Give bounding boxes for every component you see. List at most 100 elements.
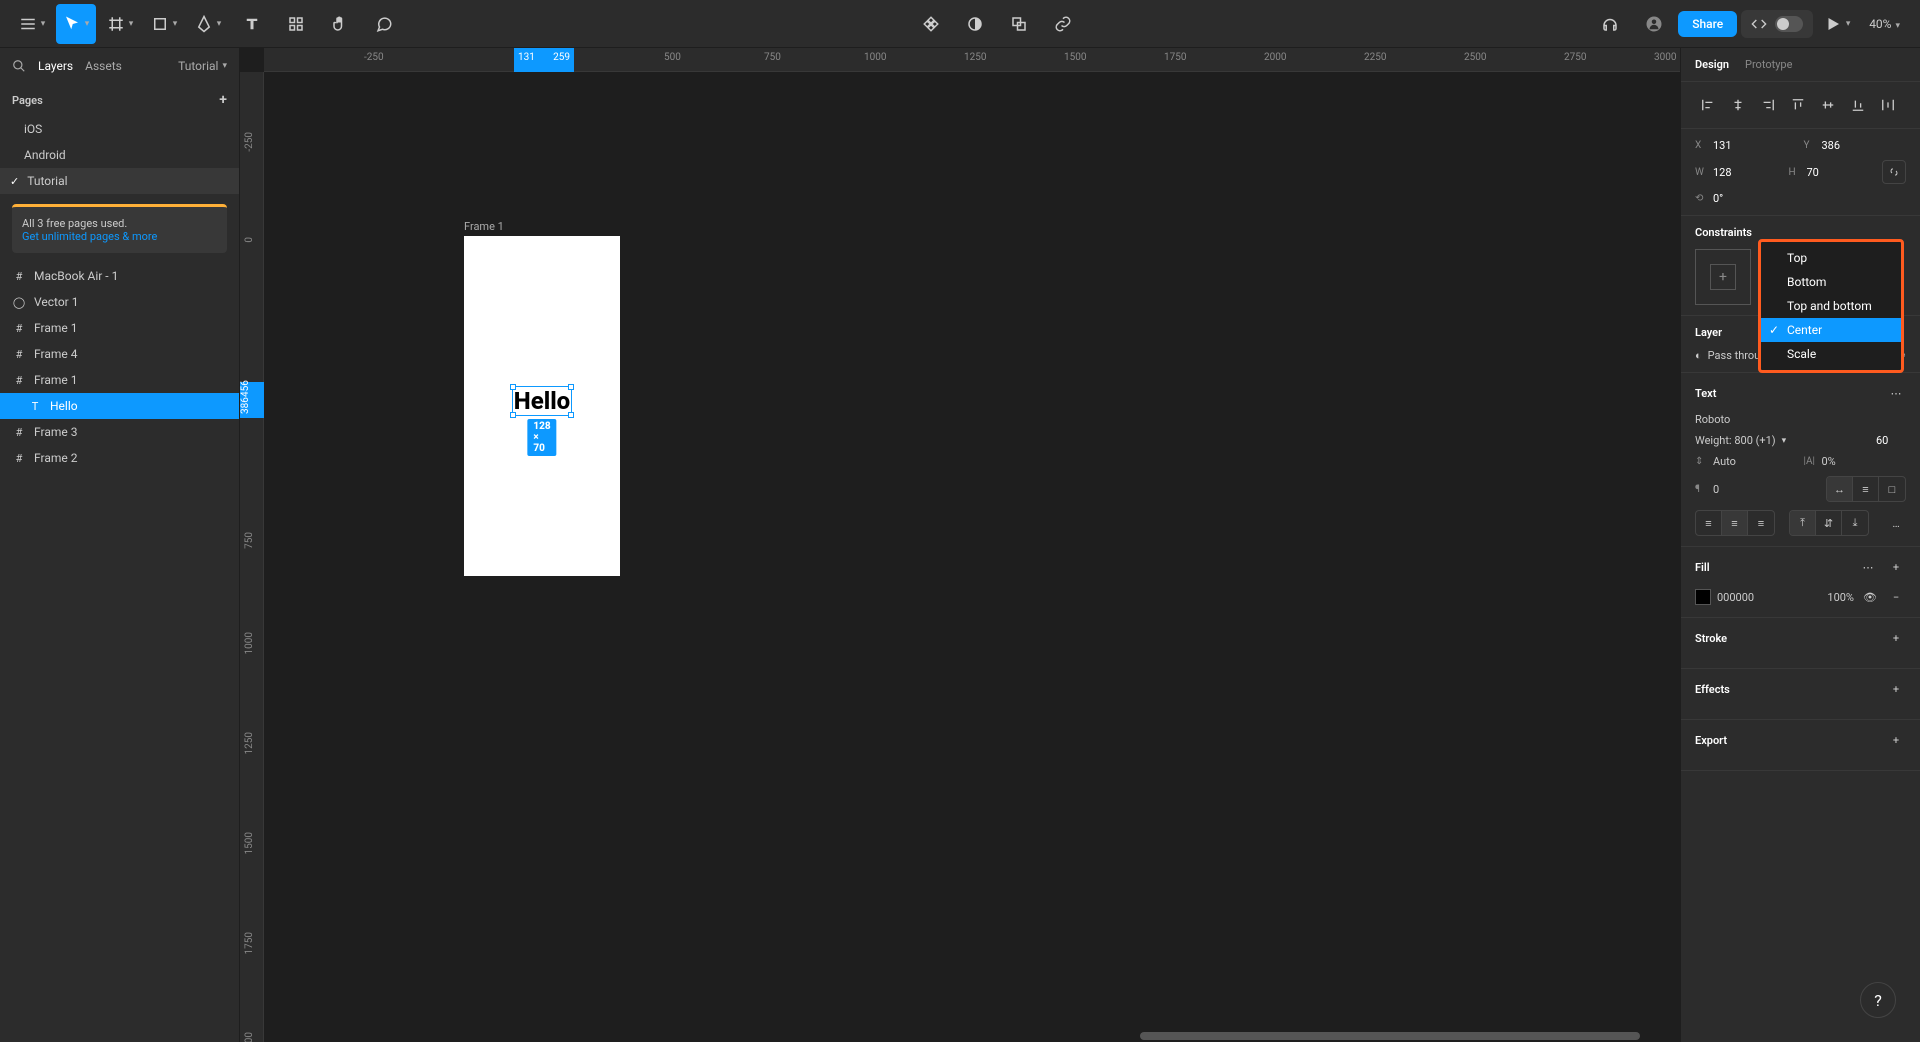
frame-tool-button[interactable]	[100, 4, 140, 44]
layer-frame1b[interactable]: #Frame 1	[0, 367, 239, 393]
layer-frame3[interactable]: #Frame 3	[0, 419, 239, 445]
letter-spacing-input[interactable]: 0%	[1822, 455, 1836, 468]
constraint-widget[interactable]: +	[1695, 249, 1751, 305]
paragraph-spacing-input[interactable]: 0	[1713, 483, 1719, 496]
add-page-button[interactable]: +	[219, 92, 227, 108]
font-family-select[interactable]: Roboto	[1695, 413, 1730, 426]
link-button[interactable]	[1043, 4, 1083, 44]
h-label: H	[1789, 167, 1803, 178]
layer-frame2[interactable]: #Frame 2	[0, 445, 239, 471]
audio-button[interactable]	[1590, 4, 1630, 44]
fill-hex-input[interactable]: 000000	[1717, 591, 1754, 604]
dev-toggle-switch[interactable]	[1775, 16, 1803, 32]
main-menu-button[interactable]	[12, 4, 52, 44]
paragraph-spacing-icon: ¶	[1695, 484, 1709, 495]
component-button[interactable]	[911, 4, 951, 44]
constraint-option-top-bottom[interactable]: Top and bottom	[1761, 294, 1901, 318]
align-right-button[interactable]	[1755, 92, 1781, 118]
align-top-button[interactable]	[1785, 92, 1811, 118]
rotation-input[interactable]	[1713, 192, 1773, 205]
y-input[interactable]	[1822, 139, 1882, 152]
effects-section-title: Effects	[1695, 683, 1730, 696]
layer-macbook[interactable]: #MacBook Air - 1	[0, 263, 239, 289]
layer-hello[interactable]: THello	[0, 393, 239, 419]
text-style-button[interactable]: ⋯	[1886, 383, 1906, 403]
assets-tab[interactable]: Assets	[85, 59, 122, 73]
align-h-center-button[interactable]	[1725, 92, 1751, 118]
text-valign-top-button[interactable]: ⤒	[1790, 511, 1816, 535]
lock-aspect-button[interactable]	[1882, 160, 1906, 184]
line-height-input[interactable]: Auto	[1713, 455, 1736, 468]
auto-width-button[interactable]: ↔	[1827, 477, 1853, 501]
canvas-scrollbar-h[interactable]	[1140, 1032, 1640, 1040]
fill-swatch[interactable]	[1695, 589, 1711, 605]
layers-tab[interactable]: Layers	[38, 59, 73, 73]
share-button[interactable]: Share	[1678, 11, 1737, 37]
zoom-select[interactable]: 40%	[1861, 17, 1908, 31]
search-icon[interactable]	[12, 59, 26, 73]
dev-mode-toggle[interactable]	[1741, 10, 1813, 38]
resize-handle-sw[interactable]	[510, 412, 516, 418]
add-stroke-button[interactable]: +	[1886, 628, 1906, 648]
align-bottom-button[interactable]	[1845, 92, 1871, 118]
add-export-button[interactable]: +	[1886, 730, 1906, 750]
text-valign-middle-button[interactable]: ⇵	[1816, 511, 1842, 535]
ruler-horizontal: -250 131259 500 750 1000 1250 1500 1750 …	[264, 48, 1680, 72]
fixed-size-button[interactable]: □	[1879, 477, 1905, 501]
comment-tool-button[interactable]	[364, 4, 404, 44]
font-weight-select[interactable]: Weight: 800 (+1)	[1695, 434, 1776, 447]
prototype-tab[interactable]: Prototype	[1745, 58, 1792, 71]
constraint-option-scale[interactable]: Scale	[1761, 342, 1901, 366]
constraint-option-bottom[interactable]: Bottom	[1761, 270, 1901, 294]
text-align-right-button[interactable]: ≡	[1748, 511, 1774, 535]
constraint-option-top[interactable]: Top	[1761, 246, 1901, 270]
page-dropdown[interactable]: Tutorial	[178, 59, 218, 73]
present-button[interactable]	[1817, 4, 1857, 44]
align-left-button[interactable]	[1695, 92, 1721, 118]
constraint-dropdown[interactable]: Top Bottom Top and bottom Center Scale	[1758, 239, 1904, 373]
page-ios[interactable]: iOS	[0, 116, 239, 142]
resize-handle-se[interactable]	[568, 412, 574, 418]
fill-section-title: Fill	[1695, 561, 1710, 574]
boolean-button[interactable]	[999, 4, 1039, 44]
resize-handle-ne[interactable]	[568, 384, 574, 390]
constraint-option-center[interactable]: Center	[1761, 318, 1901, 342]
add-fill-button[interactable]: +	[1886, 557, 1906, 577]
align-v-center-button[interactable]	[1815, 92, 1841, 118]
layer-frame4[interactable]: #Frame 4	[0, 341, 239, 367]
frame-label[interactable]: Frame 1	[464, 220, 504, 233]
font-size-input[interactable]	[1876, 434, 1906, 447]
remove-fill-button[interactable]: −	[1886, 587, 1906, 607]
fill-opacity-input[interactable]: 100%	[1827, 591, 1854, 604]
hand-tool-button[interactable]	[320, 4, 360, 44]
w-input[interactable]	[1713, 166, 1773, 179]
mask-button[interactable]	[955, 4, 995, 44]
page-android[interactable]: Android	[0, 142, 239, 168]
shape-tool-button[interactable]	[144, 4, 184, 44]
help-button[interactable]: ?	[1860, 982, 1896, 1018]
design-tab[interactable]: Design	[1695, 58, 1729, 71]
layer-frame1a[interactable]: #Frame 1	[0, 315, 239, 341]
text-align-center-button[interactable]: ≡	[1722, 511, 1748, 535]
x-input[interactable]	[1713, 139, 1773, 152]
resources-button[interactable]	[276, 4, 316, 44]
text-valign-bottom-button[interactable]: ⤓	[1842, 511, 1868, 535]
text-tool-button[interactable]	[232, 4, 272, 44]
resize-handle-nw[interactable]	[510, 384, 516, 390]
page-tutorial[interactable]: Tutorial	[0, 168, 239, 194]
h-input[interactable]	[1807, 166, 1867, 179]
layer-vector1[interactable]: ◯Vector 1	[0, 289, 239, 315]
pen-tool-button[interactable]	[188, 4, 228, 44]
add-effect-button[interactable]: +	[1886, 679, 1906, 699]
avatar-button[interactable]	[1634, 4, 1674, 44]
text-node-hello[interactable]: Hello 128 × 70	[512, 386, 572, 416]
distribute-button[interactable]	[1875, 92, 1901, 118]
frame-1[interactable]: Hello 128 × 70	[464, 236, 620, 576]
auto-height-button[interactable]: ≡	[1853, 477, 1879, 501]
fill-visibility-button[interactable]: 👁	[1860, 587, 1880, 607]
fill-style-button[interactable]: ⋯	[1858, 557, 1878, 577]
upgrade-link[interactable]: Get unlimited pages & more	[22, 230, 157, 243]
text-more-button[interactable]: …	[1886, 513, 1906, 533]
text-align-left-button[interactable]: ≡	[1696, 511, 1722, 535]
move-tool-button[interactable]	[56, 4, 96, 44]
